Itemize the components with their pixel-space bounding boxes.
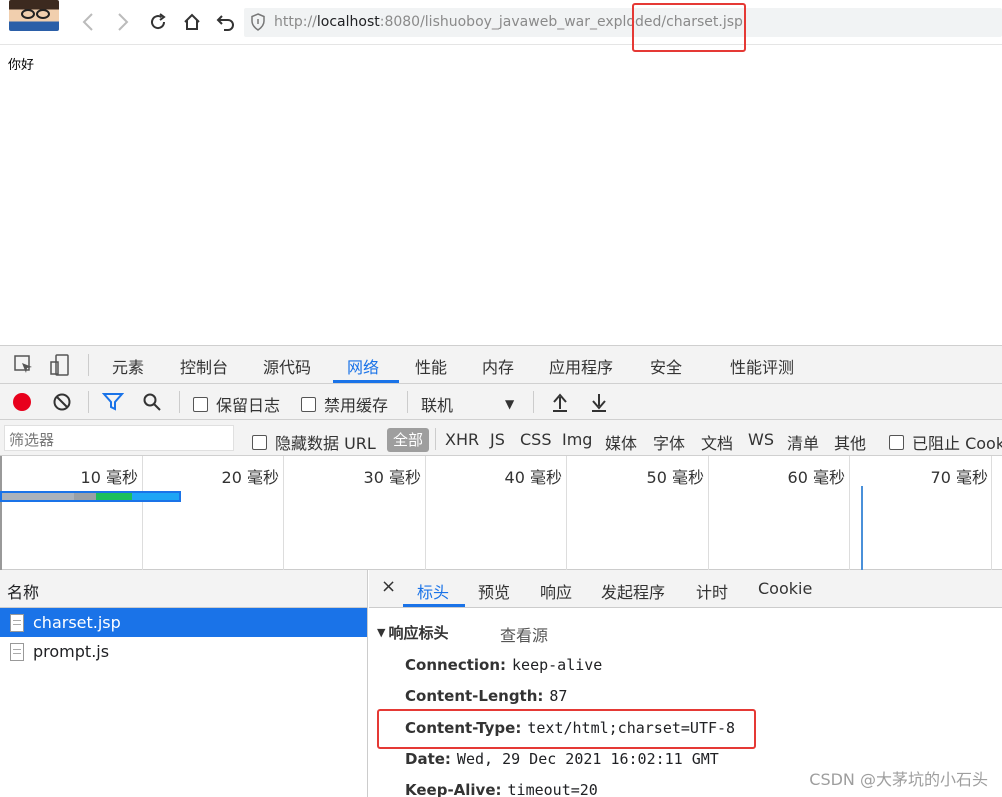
- tab-application[interactable]: 应用程序: [549, 354, 613, 378]
- detail-tab-bar: × 标头 预览 响应 发起程序 计时 Cookie: [369, 570, 1002, 608]
- request-list: 名称 charset.jsp prompt.js: [0, 570, 368, 797]
- reload-icon[interactable]: [146, 10, 170, 34]
- filter-manifest[interactable]: 清单: [787, 430, 819, 454]
- waterfall-segment-waiting: [96, 493, 132, 500]
- devtools-panel: 元素 控制台 源代码 网络 性能 内存 应用程序 安全 性能评测 保留日志 禁用…: [0, 345, 1002, 797]
- watermark: CSDN @大茅坑的小石头: [809, 770, 988, 789]
- disable-cache-checkbox[interactable]: 禁用缓存: [301, 392, 388, 416]
- filter-media[interactable]: 媒体: [605, 430, 637, 454]
- tab-headers[interactable]: 标头: [417, 579, 449, 603]
- request-row[interactable]: charset.jsp: [0, 608, 367, 637]
- load-event-line: [861, 486, 863, 570]
- waterfall-segment-queue: [2, 493, 74, 500]
- filter-toolbar: 筛选器 隐藏数据 URL 全部 XHR JS CSS Img 媒体 字体 文档 …: [0, 420, 1002, 456]
- header-row: Connection: keep-alive: [405, 656, 603, 674]
- undo-icon[interactable]: [214, 10, 238, 34]
- content-type-highlight-box: [377, 709, 756, 749]
- tab-lighthouse[interactable]: 性能评测: [730, 354, 794, 378]
- tick-label: 60 毫秒: [787, 468, 845, 487]
- home-icon[interactable]: [180, 10, 204, 34]
- name-column-header[interactable]: 名称: [0, 570, 367, 608]
- forward-icon[interactable]: [111, 10, 135, 34]
- tick-label: 40 毫秒: [504, 468, 562, 487]
- tab-memory[interactable]: 内存: [482, 354, 514, 378]
- filter-js[interactable]: JS: [490, 430, 505, 449]
- tick-label: 10 毫秒: [80, 468, 138, 487]
- clear-icon[interactable]: [50, 390, 74, 414]
- blocked-cookies-checkbox[interactable]: 已阻止 Cook: [889, 430, 1002, 454]
- tick-label: 20 毫秒: [221, 468, 279, 487]
- back-icon[interactable]: [76, 10, 100, 34]
- tab-security[interactable]: 安全: [650, 354, 682, 378]
- tab-sources[interactable]: 源代码: [263, 354, 311, 378]
- tab-network[interactable]: 网络: [347, 354, 379, 378]
- tab-elements[interactable]: 元素: [112, 354, 144, 378]
- profile-avatar[interactable]: [9, 0, 59, 31]
- document-icon: [10, 613, 24, 632]
- filter-img[interactable]: Img: [562, 430, 592, 449]
- close-icon[interactable]: ×: [381, 576, 396, 597]
- network-toolbar: 保留日志 禁用缓存 联机 ▼: [0, 384, 1002, 420]
- script-file-icon: [10, 642, 24, 661]
- response-headers-section[interactable]: ▼ 响应标头: [377, 622, 448, 643]
- tab-console[interactable]: 控制台: [180, 354, 228, 378]
- browser-toolbar: http://localhost:8080/lishuoboy_javaweb_…: [0, 0, 1002, 52]
- filter-input[interactable]: 筛选器: [4, 425, 234, 451]
- tick-label: 30 毫秒: [363, 468, 421, 487]
- active-detail-tab-indicator: [403, 604, 465, 607]
- request-detail-pane: × 标头 预览 响应 发起程序 计时 Cookie ▼ 响应标头 查看源 Con…: [369, 570, 1002, 797]
- header-row: Content-Length: 87: [405, 687, 568, 705]
- tab-initiator[interactable]: 发起程序: [601, 579, 665, 603]
- dropdown-arrow-icon: ▼: [505, 397, 515, 411]
- active-tab-indicator: [333, 380, 399, 383]
- request-name: charset.jsp: [33, 613, 121, 632]
- tab-performance[interactable]: 性能: [415, 354, 447, 378]
- triangle-down-icon: ▼: [377, 626, 386, 639]
- filter-ws[interactable]: WS: [748, 430, 774, 449]
- filter-icon[interactable]: [101, 390, 125, 414]
- request-name: prompt.js: [33, 642, 110, 661]
- tab-timing[interactable]: 计时: [696, 579, 728, 603]
- request-row[interactable]: prompt.js: [0, 637, 367, 666]
- header-row: Keep-Alive: timeout=20: [405, 781, 598, 797]
- page-body-text: 你好: [8, 58, 35, 73]
- preserve-log-checkbox[interactable]: 保留日志: [193, 392, 280, 416]
- record-icon[interactable]: [10, 390, 34, 414]
- tick-label: 50 毫秒: [646, 468, 704, 487]
- inspect-element-icon[interactable]: [12, 353, 36, 377]
- shield-icon: [250, 13, 266, 35]
- export-har-icon[interactable]: [587, 390, 611, 414]
- import-har-icon[interactable]: [548, 390, 572, 414]
- view-source-link[interactable]: 查看源: [500, 622, 548, 646]
- hide-data-url-checkbox[interactable]: 隐藏数据 URL: [252, 430, 376, 454]
- waterfall-segment-stalled: [74, 493, 96, 500]
- filter-all-chip[interactable]: 全部: [387, 428, 429, 452]
- tab-response[interactable]: 响应: [540, 579, 572, 603]
- tab-preview[interactable]: 预览: [478, 579, 510, 603]
- tab-cookies[interactable]: Cookie: [758, 579, 812, 598]
- header-row: Date: Wed, 29 Dec 2021 16:02:11 GMT: [405, 750, 719, 768]
- filter-doc[interactable]: 文档: [701, 430, 733, 454]
- url-highlight-box: [632, 3, 746, 52]
- devtools-tab-bar: 元素 控制台 源代码 网络 性能 内存 应用程序 安全 性能评测: [0, 346, 1002, 384]
- network-overview-timeline[interactable]: 10 毫秒 20 毫秒 30 毫秒 40 毫秒 50 毫秒 60 毫秒 70 毫…: [0, 456, 1002, 570]
- throttling-select[interactable]: 联机 ▼: [421, 392, 521, 416]
- device-toolbar-icon[interactable]: [48, 353, 72, 377]
- filter-font[interactable]: 字体: [653, 430, 685, 454]
- address-bar[interactable]: http://localhost:8080/lishuoboy_javaweb_…: [244, 8, 1002, 37]
- search-icon[interactable]: [140, 390, 164, 414]
- filter-css[interactable]: CSS: [520, 430, 551, 449]
- tick-label: 70 毫秒: [930, 468, 988, 487]
- filter-xhr[interactable]: XHR: [445, 430, 479, 449]
- filter-other[interactable]: 其他: [834, 430, 866, 454]
